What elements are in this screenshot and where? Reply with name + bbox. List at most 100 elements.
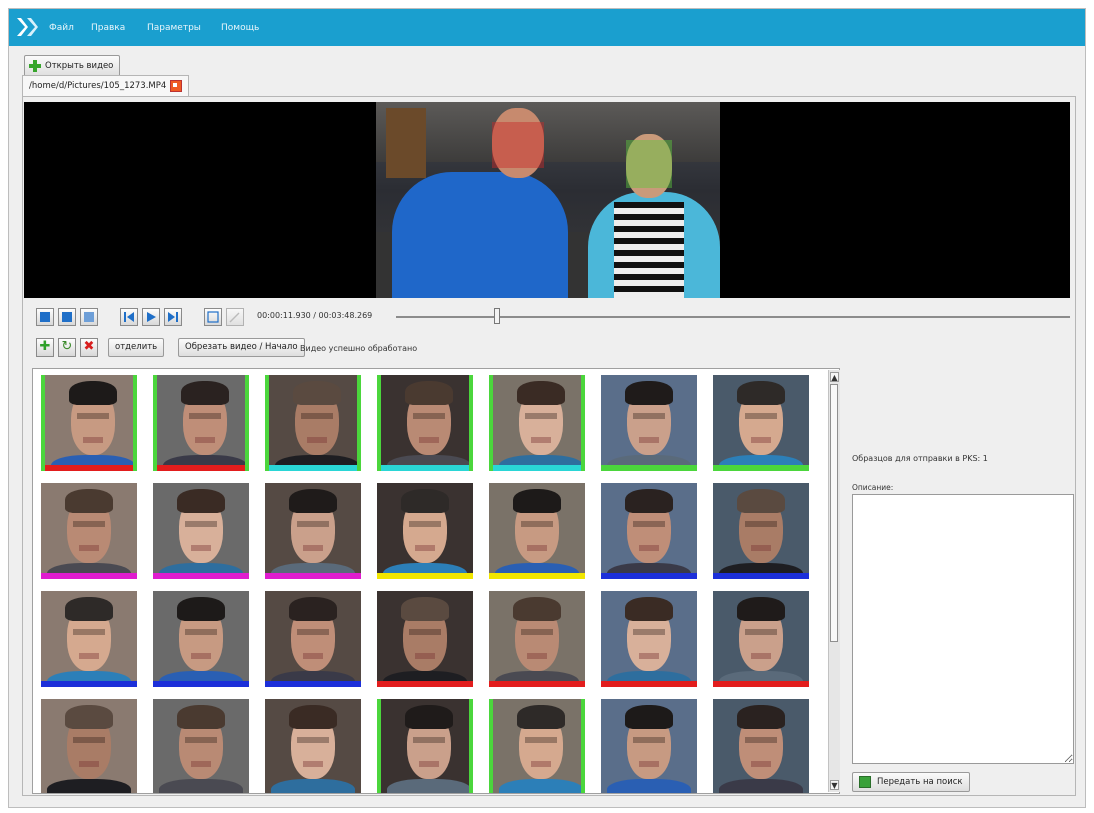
face-thumbnail[interactable] — [713, 375, 809, 471]
scroll-up-icon[interactable]: ▲ — [830, 372, 839, 382]
tab-close-icon[interactable] — [170, 79, 183, 92]
menu-file[interactable]: Файл — [49, 23, 74, 33]
face-thumbnail[interactable] — [489, 699, 585, 793]
face-thumbnail[interactable] — [153, 375, 249, 471]
face-thumbnail[interactable] — [41, 483, 137, 579]
face-thumbnail[interactable] — [377, 375, 473, 471]
play-icon — [147, 312, 156, 322]
track-color-stripe — [269, 465, 357, 471]
track-color-stripe — [153, 681, 249, 687]
track-color-stripe — [713, 465, 809, 471]
separate-button[interactable]: отделить — [108, 338, 165, 357]
face-thumbnail[interactable] — [713, 699, 809, 793]
seek-handle[interactable] — [494, 308, 501, 324]
scroll-down-icon[interactable]: ▼ — [830, 780, 839, 790]
fit-icon — [84, 312, 94, 322]
face-thumbnail[interactable] — [265, 375, 361, 471]
tab-path-label: /home/d/Pictures/105_1273.MP4 — [29, 81, 167, 91]
track-color-stripe — [157, 465, 245, 471]
select-region-button[interactable] — [204, 308, 222, 326]
refresh-icon: ↻ — [61, 339, 73, 354]
face-thumbnail[interactable] — [489, 375, 585, 471]
track-color-stripe — [265, 681, 361, 687]
face-thumbnail[interactable] — [713, 483, 809, 579]
track-color-stripe — [489, 573, 585, 579]
face-thumbnail[interactable] — [377, 483, 473, 579]
track-color-stripe — [489, 681, 585, 687]
face-thumbnail[interactable] — [41, 591, 137, 687]
select-region-icon — [207, 311, 219, 323]
track-color-stripe — [713, 681, 809, 687]
face-thumbnail[interactable] — [265, 699, 361, 793]
skip-forward-icon — [168, 312, 178, 322]
refresh-samples-button[interactable]: ↻ — [58, 338, 76, 357]
face-thumbnail[interactable] — [41, 375, 137, 471]
time-readout: 00:00:11.930 / 00:03:48.269 — [257, 311, 373, 320]
play-button[interactable] — [142, 308, 160, 326]
menu-bar: Файл Правка Параметры Помощь — [9, 9, 1085, 46]
track-color-stripe — [601, 681, 697, 687]
track-color-stripe — [153, 573, 249, 579]
track-color-stripe — [377, 573, 473, 579]
track-color-stripe — [45, 465, 133, 471]
track-color-stripe — [265, 573, 361, 579]
face-thumbnail[interactable] — [489, 591, 585, 687]
open-video-button[interactable]: Открыть видео — [24, 55, 121, 77]
cut-video-button[interactable]: Обрезать видео / Начало — [178, 338, 305, 357]
face-thumbnail[interactable] — [377, 591, 473, 687]
stop-icon — [62, 312, 72, 322]
skip-back-button[interactable] — [120, 308, 138, 326]
face-thumbnail[interactable] — [489, 483, 585, 579]
track-color-stripe — [381, 465, 469, 471]
menu-help[interactable]: Помощь — [221, 23, 259, 33]
pencil-icon — [229, 312, 240, 323]
face-thumbnail[interactable] — [265, 591, 361, 687]
track-color-stripe — [601, 465, 697, 471]
tab-video-file[interactable]: /home/d/Pictures/105_1273.MP4 — [22, 75, 190, 97]
face-thumbnail[interactable] — [153, 591, 249, 687]
samples-count: Образцов для отправки в PKS: 1 — [852, 454, 988, 463]
skip-forward-button[interactable] — [164, 308, 182, 326]
scrollbar-thumb[interactable] — [830, 384, 838, 642]
skip-back-icon — [124, 312, 134, 322]
face-thumbnail[interactable] — [601, 375, 697, 471]
reload-icon — [40, 312, 50, 322]
open-video-label: Открыть видео — [45, 61, 114, 71]
delete-sample-button[interactable]: ✖ — [80, 338, 98, 357]
menu-edit[interactable]: Правка — [91, 23, 125, 33]
fit-button[interactable] — [80, 308, 98, 326]
face-thumbnail[interactable] — [153, 483, 249, 579]
track-color-stripe — [493, 465, 581, 471]
face-thumbnail[interactable] — [601, 591, 697, 687]
menu-params[interactable]: Параметры — [147, 23, 201, 33]
face-thumbnail[interactable] — [265, 483, 361, 579]
video-player[interactable] — [24, 102, 1070, 298]
app-logo-icon — [17, 18, 38, 36]
send-icon — [859, 776, 871, 788]
description-field[interactable] — [852, 494, 1074, 764]
face-thumbnail[interactable] — [153, 699, 249, 793]
send-to-search-button[interactable]: Передать на поиск — [852, 772, 970, 792]
status-text: Видео успешно обработано — [300, 344, 418, 353]
add-icon — [29, 60, 41, 72]
track-color-stripe — [41, 681, 137, 687]
track-color-stripe — [601, 573, 697, 579]
stop-button[interactable] — [58, 308, 76, 326]
description-label: Описание: — [852, 483, 894, 492]
add-sample-button[interactable]: ✚ — [36, 338, 54, 357]
face-thumbnail[interactable] — [601, 483, 697, 579]
track-color-stripe — [377, 681, 473, 687]
face-thumbnail[interactable] — [601, 699, 697, 793]
face-thumbnail[interactable] — [377, 699, 473, 793]
video-frame — [376, 102, 720, 298]
add-icon: ✚ — [39, 339, 51, 354]
reload-button[interactable] — [36, 308, 54, 326]
grid-scrollbar[interactable]: ▲ ▼ — [828, 370, 840, 792]
face-thumbnail[interactable] — [41, 699, 137, 793]
face-thumbnail[interactable] — [713, 591, 809, 687]
draw-button[interactable] — [226, 308, 244, 326]
close-icon: ✖ — [83, 339, 95, 354]
face-samples-grid — [32, 368, 840, 794]
track-color-stripe — [713, 573, 809, 579]
track-color-stripe — [41, 573, 137, 579]
